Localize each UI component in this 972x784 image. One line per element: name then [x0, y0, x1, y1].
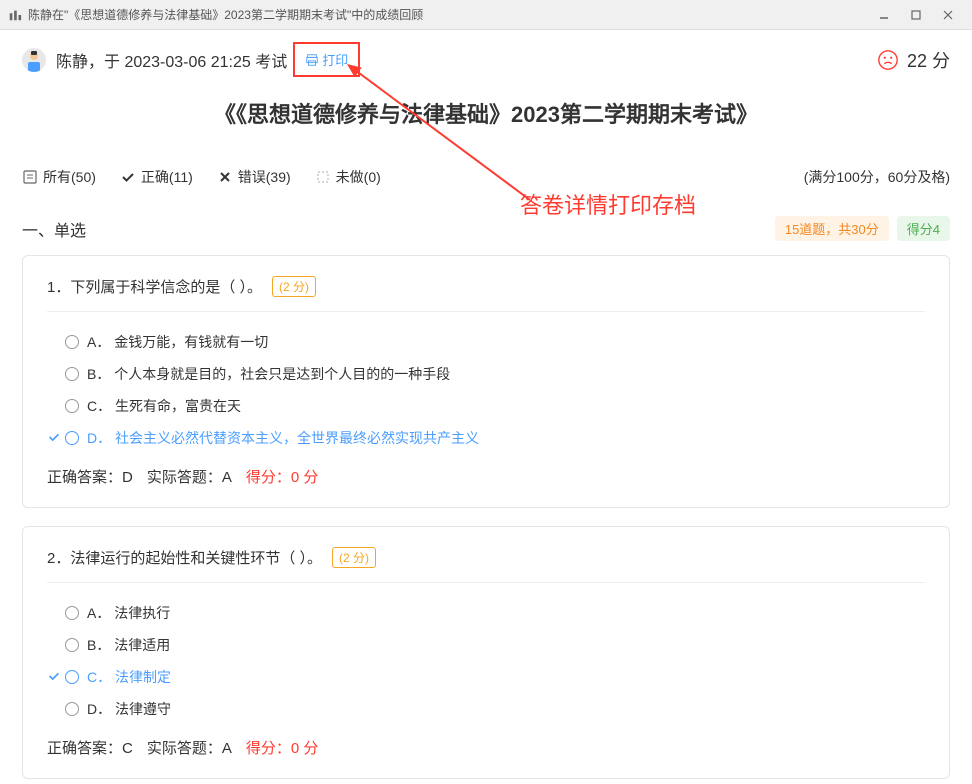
- exam-title: 《《思想道德修养与法律基础》2023第二学期期末考试》: [22, 97, 950, 129]
- question-score: 得分：0 分: [246, 740, 319, 757]
- avatar: [22, 48, 46, 72]
- maximize-button[interactable]: [900, 3, 932, 27]
- radio-icon: [65, 431, 79, 445]
- check-icon: [47, 430, 65, 447]
- question-title: 1．下列属于科学信念的是（ ）。(2 分): [47, 276, 925, 297]
- section-title: 一、单选: [22, 217, 86, 241]
- user-info: 陈静，于 2023-03-06 21:25 考试: [56, 48, 287, 72]
- check-icon: [47, 669, 65, 686]
- option-text: D． 法律遵守: [87, 699, 171, 719]
- x-icon: [217, 169, 233, 185]
- print-icon: [305, 53, 319, 67]
- radio-icon: [65, 702, 79, 716]
- radio-icon: [65, 335, 79, 349]
- score-area: 22 分: [877, 47, 950, 73]
- radio-icon: [65, 670, 79, 684]
- option-text: A． 法律执行: [87, 603, 170, 623]
- correct-answer: 正确答案：D: [47, 469, 133, 486]
- list-icon: [22, 169, 38, 185]
- option[interactable]: C． 生死有命，富贵在天: [47, 390, 925, 422]
- radio-icon: [65, 638, 79, 652]
- actual-answer: 实际答题：A: [147, 740, 232, 757]
- check-icon: [120, 169, 136, 185]
- option[interactable]: A． 金钱万能，有钱就有一切: [47, 326, 925, 358]
- question-card: 1．下列属于科学信念的是（ ）。(2 分) A． 金钱万能，有钱就有一切 B． 个人…: [22, 255, 950, 508]
- radio-icon: [65, 367, 79, 381]
- option[interactable]: C． 法律制定: [47, 661, 925, 693]
- correct-answer: 正确答案：C: [47, 740, 133, 757]
- option[interactable]: D． 社会主义必然代替资本主义，全世界最终必然实现共产主义: [47, 422, 925, 454]
- window-controls: [868, 3, 964, 27]
- header: 陈静，于 2023-03-06 21:25 考试 打印 22 分: [22, 42, 950, 77]
- window-title: 陈静在"《思想道德修养与法律基础》2023第二学期期末考试"中的成绩回顾: [28, 6, 868, 23]
- print-label: 打印: [322, 50, 348, 69]
- radio-icon: [65, 399, 79, 413]
- full-score-info: (满分100分，60分及格): [804, 167, 950, 187]
- option-text: D． 社会主义必然代替资本主义，全世界最终必然实现共产主义: [87, 428, 479, 448]
- section-score-badge: 得分4: [897, 216, 950, 241]
- option-text: C． 法律制定: [87, 667, 171, 687]
- option-text: C． 生死有命，富贵在天: [87, 396, 241, 416]
- filter-wrong[interactable]: 错误(39): [217, 167, 291, 187]
- close-button[interactable]: [932, 3, 964, 27]
- filter-all[interactable]: 所有(50): [22, 167, 96, 187]
- question-points: (2 分): [332, 547, 376, 568]
- option[interactable]: D． 法律遵守: [47, 693, 925, 725]
- minimize-button[interactable]: [868, 3, 900, 27]
- filter-undone[interactable]: 未做(0): [315, 167, 381, 187]
- question-score: 得分：0 分: [246, 469, 319, 486]
- question-title: 2．法律运行的起始性和关键性环节（ ）。(2 分): [47, 547, 925, 568]
- titlebar: 陈静在"《思想道德修养与法律基础》2023第二学期期末考试"中的成绩回顾: [0, 0, 972, 30]
- option-text: B． 法律适用: [87, 635, 170, 655]
- filter-correct[interactable]: 正确(11): [120, 167, 193, 187]
- option[interactable]: B． 个人本身就是目的，社会只是达到个人目的的一种手段: [47, 358, 925, 390]
- question-card: 2．法律运行的起始性和关键性环节（ ）。(2 分) A． 法律执行 B． 法律适用 C…: [22, 526, 950, 779]
- option-text: B． 个人本身就是目的，社会只是达到个人目的的一种手段: [87, 364, 450, 384]
- answer-row: 正确答案：D 实际答题：A 得分：0 分: [47, 466, 925, 487]
- radio-icon: [65, 606, 79, 620]
- question-count-badge: 15道题，共30分: [775, 216, 889, 241]
- option-text: A． 金钱万能，有钱就有一切: [87, 332, 268, 352]
- actual-answer: 实际答题：A: [147, 469, 232, 486]
- print-button[interactable]: 打印: [293, 42, 360, 77]
- total-score: 22 分: [907, 47, 950, 73]
- sad-face-icon: [877, 49, 899, 71]
- answer-row: 正确答案：C 实际答题：A 得分：0 分: [47, 737, 925, 758]
- filter-row: 所有(50) 正确(11) 错误(39) 未做(0) (满分100分，60分及格…: [22, 157, 950, 198]
- question-points: (2 分): [272, 276, 316, 297]
- dashed-icon: [315, 169, 331, 185]
- app-icon: [8, 8, 22, 22]
- option[interactable]: A． 法律执行: [47, 597, 925, 629]
- option[interactable]: B． 法律适用: [47, 629, 925, 661]
- section-header: 一、单选 15道题，共30分 得分4: [22, 216, 950, 241]
